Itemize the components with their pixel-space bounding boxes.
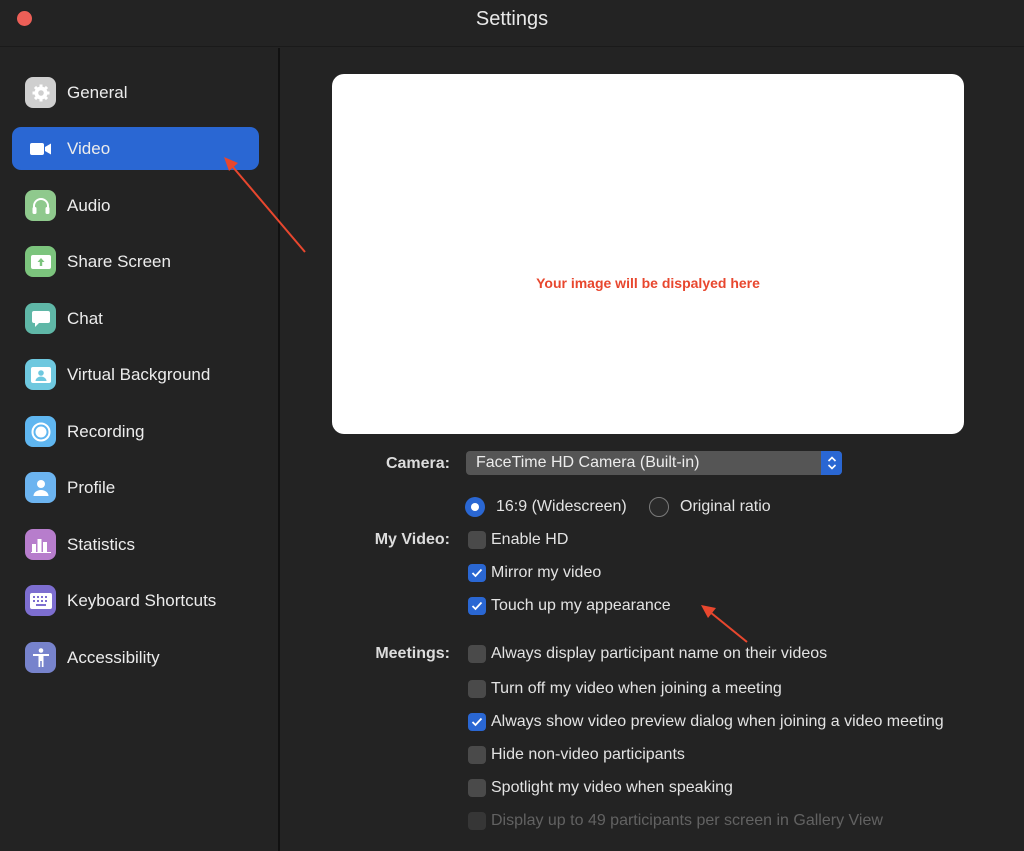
my-video-label: My Video: [374,531,450,548]
ratio-widescreen-radio[interactable] [465,497,485,517]
camera-select[interactable]: FaceTime HD Camera (Built-in) [466,451,842,475]
sidebar-item-label: Accessibility [67,647,160,667]
spotlight-video-label: Spotlight my video when speaking [491,779,733,796]
sidebar-item-share-screen[interactable]: Share Screen [12,240,259,283]
sidebar-item-label: Recording [67,421,145,441]
video-preview-dialog-label: Always show video preview dialog when jo… [491,713,944,730]
spotlight-video-checkbox[interactable] [468,779,486,797]
checkmark-icon [471,601,483,611]
sidebar-item-label: Audio [67,195,111,215]
sidebar-item-audio[interactable]: Audio [12,184,259,227]
ratio-original-radio[interactable] [649,497,669,517]
preview-placeholder-text: Your image will be dispalyed here [536,275,760,291]
sidebar-item-video[interactable]: Video [12,127,259,170]
gallery-49-checkbox [468,812,486,830]
hide-non-video-checkbox[interactable] [468,746,486,764]
touch-up-appearance-label: Touch up my appearance [491,597,671,614]
sidebar-item-label: Chat [67,308,103,328]
sidebar-item-profile[interactable]: Profile [12,466,259,509]
keyboard-icon [25,585,56,616]
sidebar-item-general[interactable]: General [12,71,259,114]
sidebar-item-recording[interactable]: Recording [12,410,259,453]
sidebar-item-label: Statistics [67,534,136,554]
display-participant-name-label: Always display participant name on their… [491,645,828,662]
title-bar: Settings [0,0,1024,47]
share-screen-icon [25,246,56,277]
virtual-background-icon [25,359,56,390]
ratio-widescreen-label: 16:9 (Widescreen) [496,498,627,515]
touch-up-appearance-checkbox[interactable] [468,597,486,615]
display-participant-name-checkbox[interactable] [468,645,486,663]
chevron-up-down-icon [821,451,842,475]
sidebar-item-label: Share Screen [67,251,171,271]
sidebar-item-label: General [67,82,128,102]
chat-bubble-icon [25,303,56,334]
profile-icon [25,472,56,503]
ratio-original-label: Original ratio [680,498,771,515]
sidebar-item-accessibility[interactable]: Accessibility [12,636,259,679]
checkmark-icon [471,568,483,578]
statistics-icon [25,529,56,560]
meetings-label: Meetings: [375,645,450,662]
settings-sidebar: General Video Audio Share Screen Chat Vi… [0,48,280,851]
mirror-video-label: Mirror my video [491,564,602,581]
sidebar-item-label: Video [67,138,111,158]
headphones-icon [25,190,56,221]
sidebar-item-label: Profile [67,477,116,497]
gear-icon [25,77,56,108]
record-icon [25,416,56,447]
camera-select-value: FaceTime HD Camera (Built-in) [476,454,700,471]
sidebar-item-virtual-background[interactable]: Virtual Background [12,353,259,396]
window-title: Settings [475,8,549,30]
hide-non-video-label: Hide non-video participants [491,746,685,763]
sidebar-item-chat[interactable]: Chat [12,297,259,340]
video-camera-icon [25,133,56,164]
sidebar-item-label: Virtual Background [67,364,211,384]
turn-off-video-label: Turn off my video when joining a meeting [491,680,782,697]
video-settings-panel: Your image will be dispalyed here Camera… [282,48,1024,851]
camera-label: Camera: [385,455,450,472]
gallery-49-label: Display up to 49 participants per screen… [491,812,883,829]
accessibility-icon [25,642,56,673]
enable-hd-label: Enable HD [491,531,569,548]
mirror-video-checkbox[interactable] [468,564,486,582]
checkmark-icon [471,717,483,727]
enable-hd-checkbox[interactable] [468,531,486,549]
video-preview: Your image will be dispalyed here [332,74,964,434]
video-preview-dialog-checkbox[interactable] [468,713,486,731]
sidebar-item-statistics[interactable]: Statistics [12,523,259,566]
sidebar-item-label: Keyboard Shortcuts [67,590,217,610]
turn-off-video-checkbox[interactable] [468,680,486,698]
sidebar-item-keyboard-shortcuts[interactable]: Keyboard Shortcuts [12,579,259,622]
